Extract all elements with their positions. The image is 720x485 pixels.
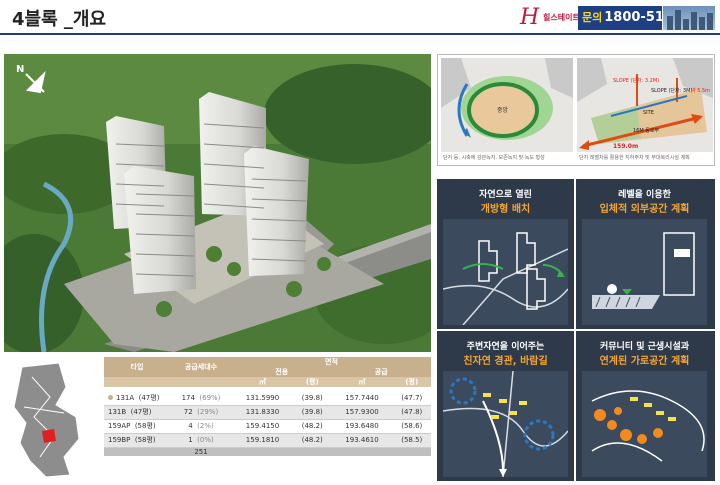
unit-pyeong: (평) [293,377,332,387]
svg-text:16M 동로부: 16M 동로부 [633,128,659,134]
table-row: 159AP (58평) 4 (2%) 159.4150 (48.2) 193.64… [104,419,431,434]
svg-text:약 5.5m: 약 5.5m [691,87,710,94]
diagram-caption-left: 단지 등, 시축에 강관녹지, 보존녹지 및 녹도 형성 [443,155,545,161]
col-exclusive: 전용 [232,367,332,377]
concept-level-space-illustration [582,219,707,325]
unit-sqm: ㎡ [232,377,294,387]
concept-nature-view: 주변자연을 이어주는 친자연 경관, 바람길 [437,331,574,481]
brand-logo-icon: H [520,5,540,30]
page-title: 4블록 _개요 [12,9,107,30]
col-area: 면적 [232,357,431,367]
table-row: 131A (47평) 174 (69%) 131.5990 (39.8) 157.… [104,391,431,406]
table-total-row: 251 [104,447,431,456]
diagram-caption-right: 단지 레벨차를 활용한 지하주차 및 부대복리시설 계획 [579,155,690,161]
svg-text:중앙: 중앙 [497,106,509,114]
concept-nature-view-illustration [443,371,568,477]
table-row: 131B (47평) 72 (29%) 131.8330 (39.8) 157.9… [104,405,431,420]
phone-label: 문의 [582,11,603,24]
concept-community-street: 커뮤니티 및 근생시설과 연계된 가로공간 계획 [576,331,713,481]
brand-logo-text: 힐스테이트 [543,13,580,22]
svg-text:SITE: SITE [643,110,654,116]
location-minimap [4,357,101,481]
design-concept-panel: 자연으로 열린 개방형 배치 레벨을 이용한 입체적 외부공간 계획 주변자연을… [437,179,715,481]
svg-text:159.0m: 159.0m [613,143,638,150]
north-arrow-label: N [16,64,24,75]
level-diagram: SLOPE (단차: 3.2M) SLOPE (단차: 3M) SITE 16M… [577,58,713,152]
col-type: 타입 [104,357,170,377]
header-divider [0,33,720,35]
concept-community-street-illustration [582,371,707,477]
concept-level-space: 레벨을 이용한 입체적 외부공간 계획 [576,179,713,329]
header: 4블록 _개요 H 힐스테이트 문의 1800-5125 [0,0,720,34]
concept-open-layout: 자연으로 열린 개방형 배치 [437,179,574,329]
skyline-banner-image [663,6,715,30]
block-4-highlight [42,429,56,443]
site-diagram-panel: 중앙 SLOPE (단차: 3.2M) SLOPE (단차: 3M) SITE … [437,54,715,166]
table-row: 159BP (58평) 1 (0%) 159.1810 (48.2) 193.46… [104,433,431,448]
unit-type-table: 타입 공급세대수 면적 전용 공급 ㎡ (평) ㎡ (평) 131A (47평)… [104,357,431,481]
unit-sqm: ㎡ [331,377,393,387]
col-supply-area: 공급 [331,367,431,377]
unit-pyeong: (평) [392,377,431,387]
svg-text:SLOPE (단차: 3.2M): SLOPE (단차: 3.2M) [613,77,659,84]
concept-divider-horizontal [437,329,715,331]
phone-banner[interactable]: 문의 1800-5125 [578,6,682,30]
total-units: 251 [170,447,232,456]
aerial-rendering-image: N [4,54,431,352]
svg-text:SLOPE (단차: 3M): SLOPE (단차: 3M) [651,87,692,94]
concept-open-layout-illustration [443,219,568,325]
col-supply-units: 공급세대수 [170,357,232,377]
open-space-diagram: 중앙 [441,58,573,152]
